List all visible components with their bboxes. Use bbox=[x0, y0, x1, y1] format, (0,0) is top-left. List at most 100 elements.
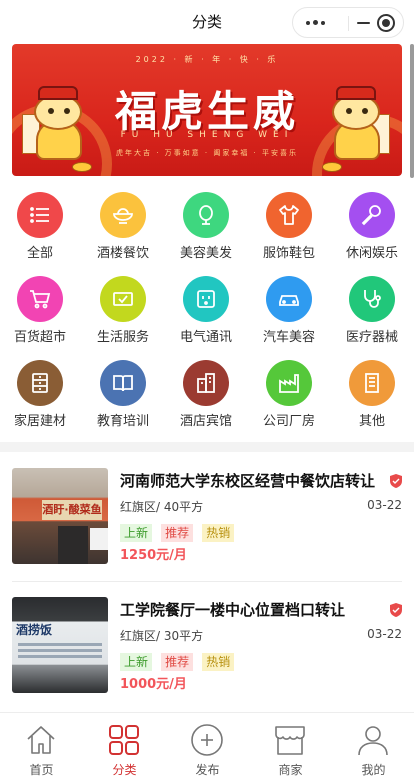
listing-district: 红旗区 bbox=[120, 500, 157, 514]
category-label: 公司厂房 bbox=[262, 414, 315, 429]
category-other[interactable]: 其他 bbox=[337, 356, 407, 434]
mini-program-capsule bbox=[292, 7, 404, 38]
tab-publish[interactable]: 发布 bbox=[166, 713, 249, 780]
scrollbar[interactable] bbox=[410, 44, 414, 178]
tab-label: 我的 bbox=[361, 763, 386, 777]
plus-circle-icon bbox=[191, 724, 223, 756]
tiger-mascot-right bbox=[324, 86, 390, 164]
category-label: 医疗器械 bbox=[345, 330, 398, 345]
menu-line bbox=[18, 643, 102, 646]
category-label: 电气通讯 bbox=[179, 330, 232, 345]
tab-label: 分类 bbox=[112, 763, 137, 777]
grid-icon bbox=[109, 725, 139, 755]
listing-area: 30平方 bbox=[163, 629, 204, 643]
listing-item[interactable]: 酒捞饭 工学院餐厅一楼中心位置档口转让 红旗区/ 30平方 03-22 上新 推… bbox=[12, 597, 402, 697]
storefront-sign: 酒盱·酸菜鱼 bbox=[42, 500, 102, 520]
shop-icon bbox=[275, 726, 305, 755]
list-icon bbox=[17, 192, 63, 238]
tag-recommended: 推荐 bbox=[161, 653, 194, 671]
category-beauty[interactable]: 美容美发 bbox=[171, 188, 241, 266]
category-label: 百货超市 bbox=[13, 330, 66, 345]
tab-merchant[interactable]: 商家 bbox=[249, 713, 332, 780]
building-icon bbox=[349, 360, 395, 406]
category-factory[interactable]: 公司厂房 bbox=[254, 356, 324, 434]
cart-icon bbox=[17, 276, 63, 322]
category-education[interactable]: 教育培训 bbox=[88, 356, 158, 434]
verified-shield-icon bbox=[390, 474, 402, 488]
bowl-icon bbox=[100, 192, 146, 238]
listing-item[interactable]: 酒盱·酸菜鱼 河南师范大学东校区经营中餐饮店转让 红旗区/ 40平方 03-22… bbox=[12, 468, 402, 568]
tab-mine[interactable]: 我的 bbox=[332, 713, 414, 780]
tab-category[interactable]: 分类 bbox=[83, 713, 166, 780]
category-label: 汽车美容 bbox=[262, 330, 315, 345]
microphone-icon bbox=[349, 192, 395, 238]
stethoscope-icon bbox=[349, 276, 395, 322]
user-icon bbox=[358, 726, 388, 756]
listing-thumbnail: 酒捞饭 bbox=[12, 597, 108, 693]
capsule-divider bbox=[348, 16, 349, 31]
listing-tags: 上新 推荐 热销 bbox=[120, 522, 238, 542]
shirt-icon bbox=[266, 192, 312, 238]
category-label: 美容美发 bbox=[179, 246, 232, 261]
listing-thumbnail: 酒盱·酸菜鱼 bbox=[12, 468, 108, 564]
category-label: 生活服务 bbox=[96, 330, 149, 345]
category-home-building[interactable]: 家居建材 bbox=[5, 356, 75, 434]
hotel-icon bbox=[183, 360, 229, 406]
category-supermarket[interactable]: 百货超市 bbox=[5, 272, 75, 350]
category-hotel[interactable]: 酒店宾馆 bbox=[171, 356, 241, 434]
listing-separator bbox=[12, 581, 402, 582]
category-life-service[interactable]: 生活服务 bbox=[88, 272, 158, 350]
tab-label: 发布 bbox=[195, 763, 220, 777]
listing-price: 1250元/月 bbox=[120, 548, 187, 563]
cabinet-icon bbox=[17, 360, 63, 406]
book-icon bbox=[100, 360, 146, 406]
listing-area: 40平方 bbox=[163, 500, 204, 514]
close-icon[interactable] bbox=[377, 14, 395, 32]
category-clothing[interactable]: 服饰鞋包 bbox=[254, 188, 324, 266]
category-entertainment[interactable]: 休闲娱乐 bbox=[337, 188, 407, 266]
category-label: 其他 bbox=[358, 414, 385, 429]
category-electric[interactable]: 电气通讯 bbox=[171, 272, 241, 350]
verified-shield-icon bbox=[390, 603, 402, 617]
category-label: 服饰鞋包 bbox=[262, 246, 315, 261]
category-restaurant[interactable]: 酒楼餐饮 bbox=[88, 188, 158, 266]
listing-date: 03-22 bbox=[367, 498, 402, 512]
listing-meta: 红旗区/ 40平方 bbox=[120, 500, 204, 514]
tag-hot: 热销 bbox=[202, 524, 235, 542]
menu-line bbox=[18, 649, 102, 652]
ac-unit bbox=[90, 528, 108, 550]
storefront-door bbox=[58, 526, 88, 564]
tag-hot: 热销 bbox=[202, 653, 235, 671]
coin-decoration bbox=[72, 162, 92, 172]
tab-home[interactable]: 首页 bbox=[0, 713, 83, 780]
category-label: 家居建材 bbox=[13, 414, 66, 429]
category-label: 休闲娱乐 bbox=[345, 246, 398, 261]
tab-label: 首页 bbox=[29, 763, 54, 777]
category-car[interactable]: 汽车美容 bbox=[254, 272, 324, 350]
listing-price: 1000元/月 bbox=[120, 677, 187, 692]
listing-title: 河南师范大学东校区经营中餐饮店转让 bbox=[120, 472, 376, 490]
tag-recommended: 推荐 bbox=[161, 524, 194, 542]
promo-banner[interactable]: 2022 · 新 · 年 · 快 · 乐 福虎生威 FU HU SHENG WE… bbox=[12, 44, 402, 176]
category-label: 酒楼餐饮 bbox=[96, 246, 149, 261]
listing-title: 工学院餐厅一楼中心位置档口转让 bbox=[120, 601, 346, 619]
tag-new: 上新 bbox=[120, 524, 153, 542]
listing-district: 红旗区 bbox=[120, 629, 157, 643]
listing-tags: 上新 推荐 热销 bbox=[120, 651, 238, 671]
tag-new: 上新 bbox=[120, 653, 153, 671]
bottom-tab-bar: 首页 分类 发布 商家 我的 bbox=[0, 712, 414, 780]
ticket-icon bbox=[100, 276, 146, 322]
banner-top-text: 2022 · 新 · 年 · 快 · 乐 bbox=[135, 55, 279, 64]
mirror-icon bbox=[183, 192, 229, 238]
category-medical[interactable]: 医疗器械 bbox=[337, 272, 407, 350]
category-label: 教育培训 bbox=[96, 414, 149, 429]
menu-line bbox=[18, 655, 102, 658]
minimize-icon[interactable] bbox=[351, 15, 377, 31]
tiger-mascot-left bbox=[22, 86, 88, 164]
listing-meta: 红旗区/ 30平方 bbox=[120, 629, 204, 643]
nav-header: 分类 bbox=[0, 0, 414, 44]
more-icon[interactable] bbox=[304, 15, 334, 31]
coin-decoration bbox=[322, 162, 342, 172]
category-all[interactable]: 全部 bbox=[5, 188, 75, 266]
factory-icon bbox=[266, 360, 312, 406]
